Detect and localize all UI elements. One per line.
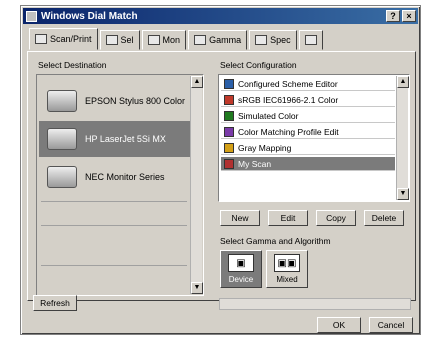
profile-icon [224,158,234,169]
configuration-item[interactable]: Simulated Color [221,109,395,123]
tab-label: Spec [270,35,291,45]
configuration-name: My Scan [238,158,272,169]
printer-icon [47,166,77,188]
configuration-name: Configured Scheme Editor [238,78,338,89]
cancel-button[interactable]: Cancel [369,317,413,333]
delete-button[interactable]: Delete [364,210,404,226]
dialog-window: Windows Dial Match ? × Scan/Print Sel Mo… [20,5,421,335]
ok-button[interactable]: OK [317,317,361,333]
tab-folder[interactable] [298,30,323,50]
device-name: HP LaserJet 5Si MX [85,134,166,144]
copy-button[interactable]: Copy [316,210,356,226]
refresh-button[interactable]: Refresh [33,295,77,311]
device-scrollbar[interactable]: ▲ ▼ [190,76,203,294]
device-name: EPSON Stylus 800 Color [85,96,186,106]
tab-sel[interactable]: Sel [99,30,140,50]
title-bar: Windows Dial Match ? × [23,8,418,24]
screen-icon: ▣ [228,254,254,272]
new-button[interactable]: New [220,210,260,226]
scroll-down-arrow[interactable]: ▼ [191,282,203,294]
grid-icon [105,35,118,45]
gamma-icon [194,35,207,45]
scroll-down-arrow[interactable]: ▼ [397,188,409,200]
device-item[interactable]: HP LaserJet 5Si MX [39,121,191,157]
help-button[interactable]: ? [386,10,400,22]
tab-mon[interactable]: Mon [141,30,187,50]
device-name: NEC Monitor Series [85,172,165,182]
device-list: EPSON Stylus 800 Color HP LaserJet 5Si M… [36,74,204,296]
device-item[interactable]: NEC Monitor Series [39,159,191,195]
configuration-item[interactable]: Configured Scheme Editor [221,77,395,91]
configuration-name: Simulated Color [238,110,299,121]
profile-icon [224,94,234,105]
configuration-name: Color Matching Profile Edit [238,126,339,137]
tab-strip: Scan/Print Sel Mon Gamma Spec [29,28,325,50]
printer-icon [47,90,77,112]
configuration-scrollbar[interactable]: ▲ ▼ [396,76,409,200]
configuration-name: sRGB IEC61966-2.1 Color [238,94,339,105]
configuration-item[interactable]: sRGB IEC61966-2.1 Color [221,93,395,107]
configuration-item[interactable]: Gray Mapping [221,141,395,155]
scroll-up-arrow[interactable]: ▲ [191,76,203,88]
destination-label: Select Destination [38,60,107,70]
tab-gamma[interactable]: Gamma [188,30,248,50]
tab-label: Sel [120,35,134,45]
folder-icon [304,35,317,45]
printer-icon [47,128,77,150]
edit-button[interactable]: Edit [268,210,308,226]
profile-icon [224,142,234,153]
tab-spec[interactable]: Spec [249,30,297,50]
profile-icon [224,110,234,121]
divider [41,201,187,202]
spec-icon [255,35,268,45]
gamma-device-button[interactable]: ▣ Device [220,250,262,288]
configuration-item[interactable]: My Scan [221,157,395,171]
gamma-option-label: Mixed [276,275,298,284]
monitor-icon [147,35,160,45]
profile-icon [224,78,234,89]
configuration-item[interactable]: Color Matching Profile Edit [221,125,395,139]
gamma-option-label: Device [228,275,254,284]
tab-label: Mon [162,35,181,45]
gamma-mixed-button[interactable]: ▣▣ Mixed [266,250,308,288]
divider [41,225,187,226]
device-item[interactable]: EPSON Stylus 800 Color [39,83,191,119]
tab-panel: Select Destination EPSON Stylus 800 Colo… [27,51,416,301]
configuration-list: Configured Scheme Editor sRGB IEC61966-2… [218,74,410,202]
screens-icon: ▣▣ [274,254,300,272]
tab-label: Scan/Print [50,34,92,44]
horizontal-scrollbar[interactable] [219,298,411,310]
scanner-icon [35,34,47,44]
gamma-label: Select Gamma and Algorithm [220,236,331,246]
profile-icon [224,126,234,137]
tab-scan-print[interactable]: Scan/Print [29,28,98,50]
configuration-name: Gray Mapping [238,142,292,153]
divider [41,265,187,266]
app-icon [26,10,37,22]
close-button[interactable]: × [402,10,416,22]
scroll-up-arrow[interactable]: ▲ [397,76,409,88]
window-title: Windows Dial Match [41,10,138,22]
configuration-label: Select Configuration [220,60,297,70]
tab-label: Gamma [209,35,242,45]
